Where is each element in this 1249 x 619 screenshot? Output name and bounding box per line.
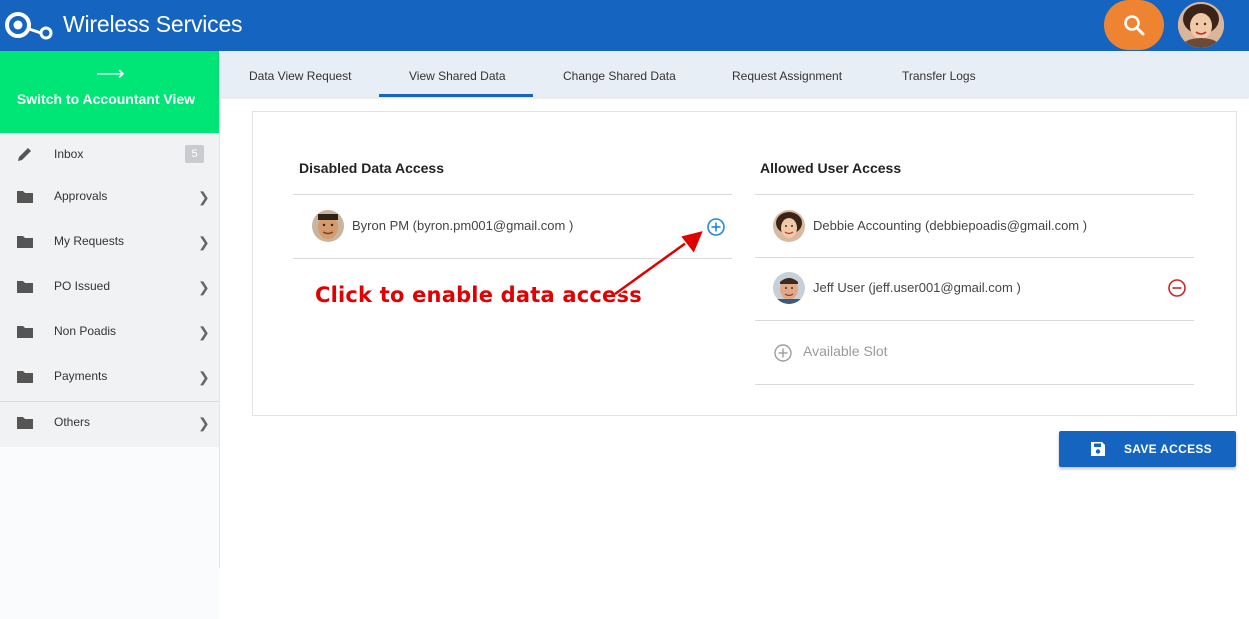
divider (755, 384, 1194, 385)
disabled-access-title: Disabled Data Access (299, 160, 444, 176)
annotation-arrow-icon (613, 228, 706, 297)
chevron-right-icon: ❯ (198, 369, 210, 385)
save-access-button[interactable]: SAVE ACCESS (1059, 431, 1236, 467)
avatar (773, 272, 805, 304)
tab-view-shared-data[interactable]: View Shared Data (409, 69, 506, 83)
switch-view-label: Switch to Accountant View (16, 91, 196, 107)
chevron-right-icon: ❯ (198, 415, 210, 431)
sidebar-item-label: Non Poadis (54, 324, 117, 338)
tab-transfer-logs[interactable]: Transfer Logs (902, 69, 976, 83)
folder-icon (17, 417, 33, 429)
folder-icon (17, 281, 33, 293)
tab-bar: Data View Request View Shared Data Chang… (219, 51, 1249, 97)
chevron-right-icon: ❯ (198, 234, 210, 250)
sidebar: ⟶ Switch to Accountant View Inbox 5 Appr… (0, 51, 220, 619)
logo-icon[interactable] (4, 9, 54, 41)
sidebar-item-approvals[interactable]: Approvals ❯ (0, 175, 219, 220)
save-icon (1091, 442, 1105, 456)
search-icon (1124, 15, 1145, 36)
user-avatar[interactable] (1178, 2, 1224, 48)
sidebar-item-my-requests[interactable]: My Requests ❯ (0, 220, 219, 265)
allowed-user-name: Jeff User (jeff.user001@gmail.com ) (813, 280, 1021, 295)
pencil-icon (18, 148, 31, 161)
sidebar-item-label: Approvals (54, 189, 108, 203)
sidebar-item-label: My Requests (54, 234, 125, 248)
annotation-callout: Click to enable data access (315, 283, 642, 307)
divider (755, 257, 1194, 258)
folder-icon (17, 236, 33, 248)
avatar (312, 210, 344, 242)
chevron-right-icon: ❯ (198, 324, 210, 340)
allowed-user-name: Debbie Accounting (debbiepoadis@gmail.co… (813, 218, 1088, 233)
sidebar-empty-area (0, 447, 219, 619)
add-slot-icon[interactable] (773, 343, 793, 363)
allowed-access-title: Allowed User Access (760, 160, 902, 176)
inbox-count-badge: 5 (185, 145, 204, 163)
sidebar-item-others[interactable]: Others ❯ (0, 401, 219, 446)
sidebar-item-payments[interactable]: Payments ❯ (0, 355, 219, 400)
tab-change-shared-data[interactable]: Change Shared Data (563, 69, 676, 83)
sidebar-item-non-poadis[interactable]: Non Poadis ❯ (0, 310, 219, 355)
sidebar-item-po-issued[interactable]: PO Issued ❯ (0, 265, 219, 310)
divider (755, 320, 1194, 321)
folder-icon (17, 191, 33, 203)
folder-icon (17, 371, 33, 383)
switch-view-button[interactable]: ⟶ Switch to Accountant View (0, 51, 219, 133)
tab-request-assignment[interactable]: Request Assignment (732, 69, 842, 83)
divider (755, 194, 1194, 195)
access-card (252, 111, 1237, 416)
arrow-right-icon: ⟶ (96, 63, 125, 85)
tab-data-view-request[interactable]: Data View Request (249, 69, 352, 83)
search-button[interactable] (1104, 0, 1164, 50)
chevron-right-icon: ❯ (198, 189, 210, 205)
sidebar-item-label: Inbox (54, 147, 84, 161)
app-header: Wireless Services (0, 0, 1249, 51)
chevron-right-icon: ❯ (198, 279, 210, 295)
sidebar-item-label: Others (54, 415, 91, 429)
save-access-label: SAVE ACCESS (1124, 442, 1212, 456)
divider (293, 194, 732, 195)
minus-circle-icon[interactable] (1167, 278, 1187, 298)
disabled-user-name: Byron PM (byron.pm001@gmail.com ) (352, 218, 574, 233)
avatar (773, 210, 805, 242)
sidebar-item-label: PO Issued (54, 279, 111, 293)
available-slot-label[interactable]: Available Slot (803, 343, 888, 359)
app-title: Wireless Services (63, 11, 243, 37)
sidebar-item-label: Payments (54, 369, 108, 383)
folder-icon (17, 326, 33, 338)
active-tab-indicator (379, 94, 533, 97)
